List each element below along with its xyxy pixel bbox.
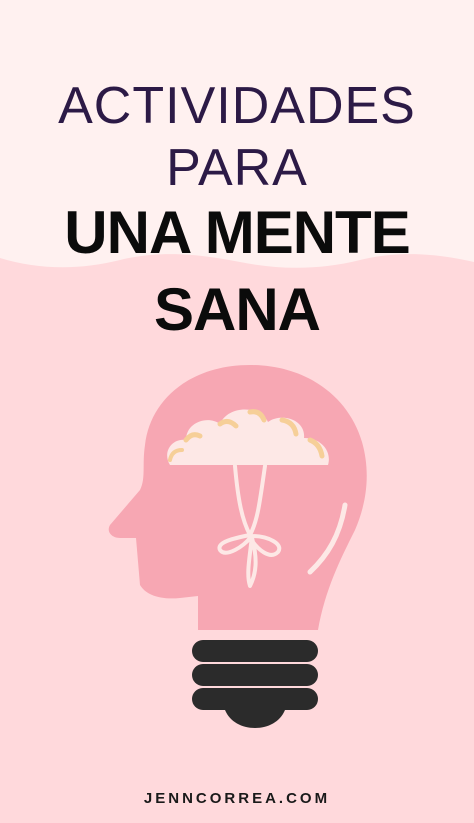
title-line-1: ACTIVIDADES xyxy=(58,77,416,135)
website-footer[interactable]: JENNCORREA.COM xyxy=(0,790,474,807)
headline-line-1: UNA MENTE xyxy=(64,199,410,266)
bulb-base xyxy=(192,640,318,728)
lightbulb-head-brain-icon xyxy=(108,365,367,728)
headline-line-2: SANA xyxy=(153,276,321,343)
title-line-2: PARA xyxy=(166,139,308,197)
